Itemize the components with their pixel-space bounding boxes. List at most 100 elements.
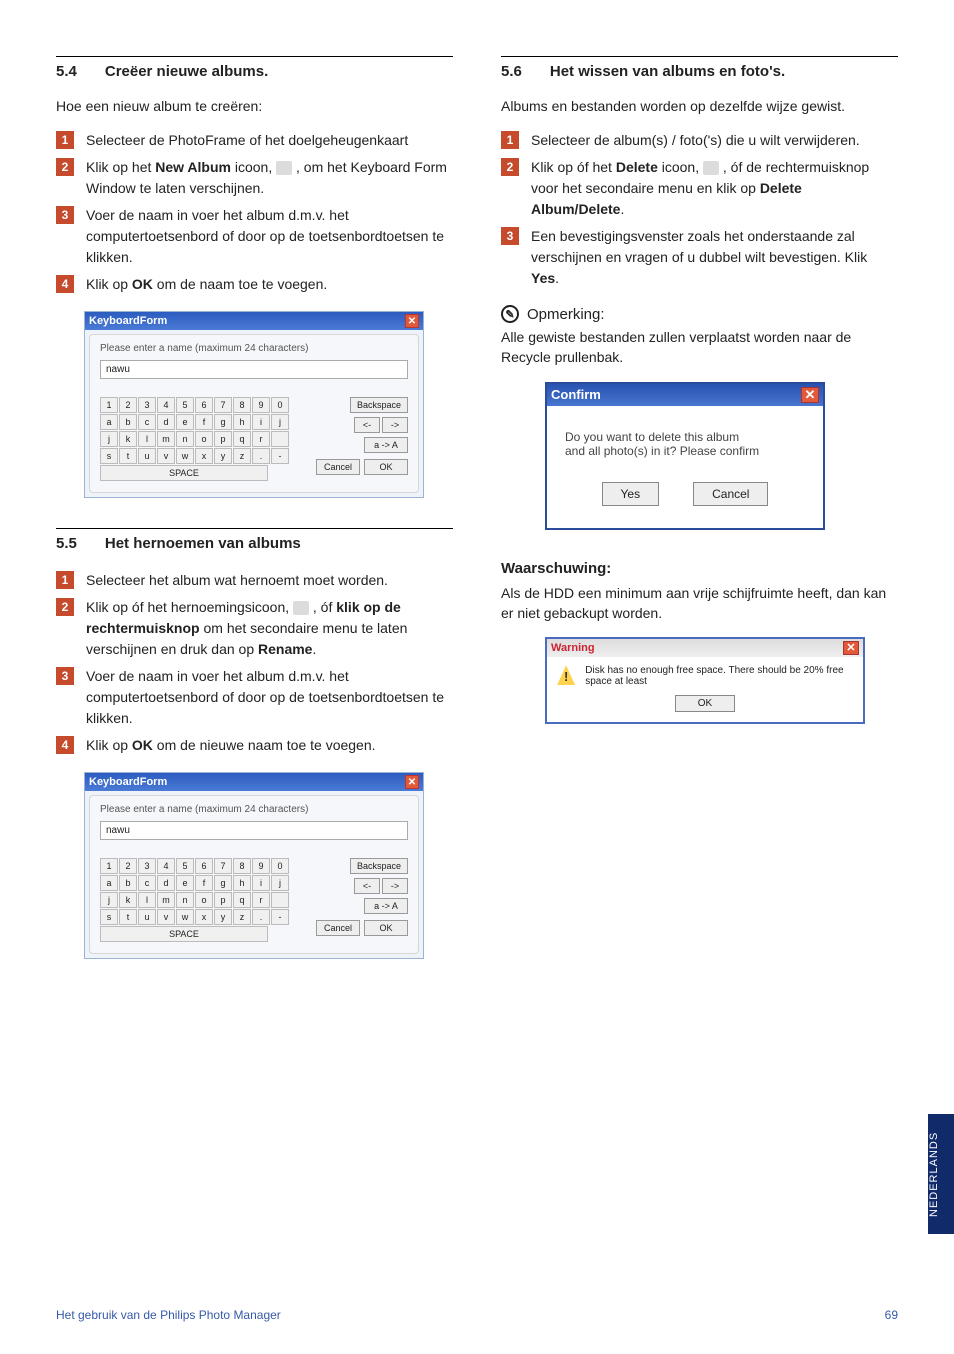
key[interactable]: y xyxy=(214,909,232,925)
key[interactable]: x xyxy=(195,909,213,925)
key[interactable]: r xyxy=(252,892,270,908)
key[interactable]: 7 xyxy=(214,397,232,413)
key[interactable]: m xyxy=(157,892,175,908)
key[interactable]: s xyxy=(100,909,118,925)
key[interactable]: t xyxy=(119,448,137,464)
key[interactable]: 2 xyxy=(119,858,137,874)
right-arrow-button[interactable]: -> xyxy=(382,878,408,894)
key[interactable]: h xyxy=(233,875,251,891)
close-icon[interactable]: ✕ xyxy=(801,387,819,403)
key[interactable]: 4 xyxy=(157,858,175,874)
cancel-button[interactable]: Cancel xyxy=(316,920,360,936)
close-icon[interactable]: ✕ xyxy=(405,314,419,328)
key[interactable]: 2 xyxy=(119,397,137,413)
key[interactable]: a xyxy=(100,875,118,891)
backspace-button[interactable]: Backspace xyxy=(350,858,408,874)
left-arrow-button[interactable]: <- xyxy=(354,417,380,433)
key[interactable]: 6 xyxy=(195,397,213,413)
key[interactable]: i xyxy=(252,875,270,891)
key[interactable]: 5 xyxy=(176,858,194,874)
ok-button[interactable]: OK xyxy=(675,695,735,712)
key[interactable]: j xyxy=(100,431,118,447)
key[interactable]: v xyxy=(157,909,175,925)
key[interactable]: j xyxy=(100,892,118,908)
key[interactable]: 1 xyxy=(100,858,118,874)
left-arrow-button[interactable]: <- xyxy=(354,878,380,894)
key[interactable]: a xyxy=(100,414,118,430)
key[interactable]: 7 xyxy=(214,858,232,874)
key[interactable]: x xyxy=(195,448,213,464)
key[interactable]: e xyxy=(176,875,194,891)
key[interactable]: y xyxy=(214,448,232,464)
key[interactable]: 3 xyxy=(138,858,156,874)
key[interactable]: k xyxy=(119,431,137,447)
key[interactable]: n xyxy=(176,892,194,908)
shift-button[interactable]: a -> A xyxy=(364,437,408,453)
key[interactable] xyxy=(271,892,289,908)
key[interactable]: . xyxy=(252,448,270,464)
key[interactable]: p xyxy=(214,892,232,908)
key[interactable]: d xyxy=(157,414,175,430)
key[interactable]: w xyxy=(176,909,194,925)
space-key[interactable]: SPACE xyxy=(100,926,268,942)
close-icon[interactable]: ✕ xyxy=(405,775,419,789)
name-input[interactable]: nawu xyxy=(100,821,408,840)
key[interactable]: z xyxy=(233,448,251,464)
key[interactable]: k xyxy=(119,892,137,908)
key[interactable]: b xyxy=(119,414,137,430)
key[interactable]: g xyxy=(214,414,232,430)
close-icon[interactable]: ✕ xyxy=(843,641,859,655)
key[interactable]: i xyxy=(252,414,270,430)
key[interactable]: 0 xyxy=(271,397,289,413)
key[interactable]: l xyxy=(138,892,156,908)
yes-button[interactable]: Yes xyxy=(602,482,660,506)
shift-button[interactable]: a -> A xyxy=(364,898,408,914)
ok-button[interactable]: OK xyxy=(364,920,408,936)
name-input[interactable]: nawu xyxy=(100,360,408,379)
key[interactable]: 8 xyxy=(233,858,251,874)
key[interactable]: l xyxy=(138,431,156,447)
key[interactable]: u xyxy=(138,448,156,464)
key[interactable]: 0 xyxy=(271,858,289,874)
key[interactable]: e xyxy=(176,414,194,430)
key[interactable]: o xyxy=(195,892,213,908)
ok-button[interactable]: OK xyxy=(364,459,408,475)
cancel-button[interactable]: Cancel xyxy=(693,482,768,506)
key[interactable]: c xyxy=(138,875,156,891)
key[interactable]: 6 xyxy=(195,858,213,874)
space-key[interactable]: SPACE xyxy=(100,465,268,481)
key[interactable]: h xyxy=(233,414,251,430)
key[interactable]: z xyxy=(233,909,251,925)
key[interactable]: f xyxy=(195,875,213,891)
key[interactable]: c xyxy=(138,414,156,430)
key[interactable]: 9 xyxy=(252,397,270,413)
key[interactable]: b xyxy=(119,875,137,891)
key[interactable]: v xyxy=(157,448,175,464)
key[interactable]: q xyxy=(233,431,251,447)
key[interactable]: 4 xyxy=(157,397,175,413)
key[interactable]: r xyxy=(252,431,270,447)
right-arrow-button[interactable]: -> xyxy=(382,417,408,433)
key[interactable]: m xyxy=(157,431,175,447)
key[interactable]: g xyxy=(214,875,232,891)
key[interactable] xyxy=(271,431,289,447)
key[interactable]: f xyxy=(195,414,213,430)
key[interactable]: 3 xyxy=(138,397,156,413)
cancel-button[interactable]: Cancel xyxy=(316,459,360,475)
key[interactable]: q xyxy=(233,892,251,908)
key[interactable]: 1 xyxy=(100,397,118,413)
key[interactable]: u xyxy=(138,909,156,925)
key[interactable]: - xyxy=(271,909,289,925)
key[interactable]: p xyxy=(214,431,232,447)
key[interactable]: t xyxy=(119,909,137,925)
key[interactable]: n xyxy=(176,431,194,447)
key[interactable]: j xyxy=(271,414,289,430)
key[interactable]: j xyxy=(271,875,289,891)
key[interactable]: . xyxy=(252,909,270,925)
key[interactable]: d xyxy=(157,875,175,891)
key[interactable]: 5 xyxy=(176,397,194,413)
key[interactable]: 9 xyxy=(252,858,270,874)
key[interactable]: - xyxy=(271,448,289,464)
key[interactable]: o xyxy=(195,431,213,447)
key[interactable]: w xyxy=(176,448,194,464)
